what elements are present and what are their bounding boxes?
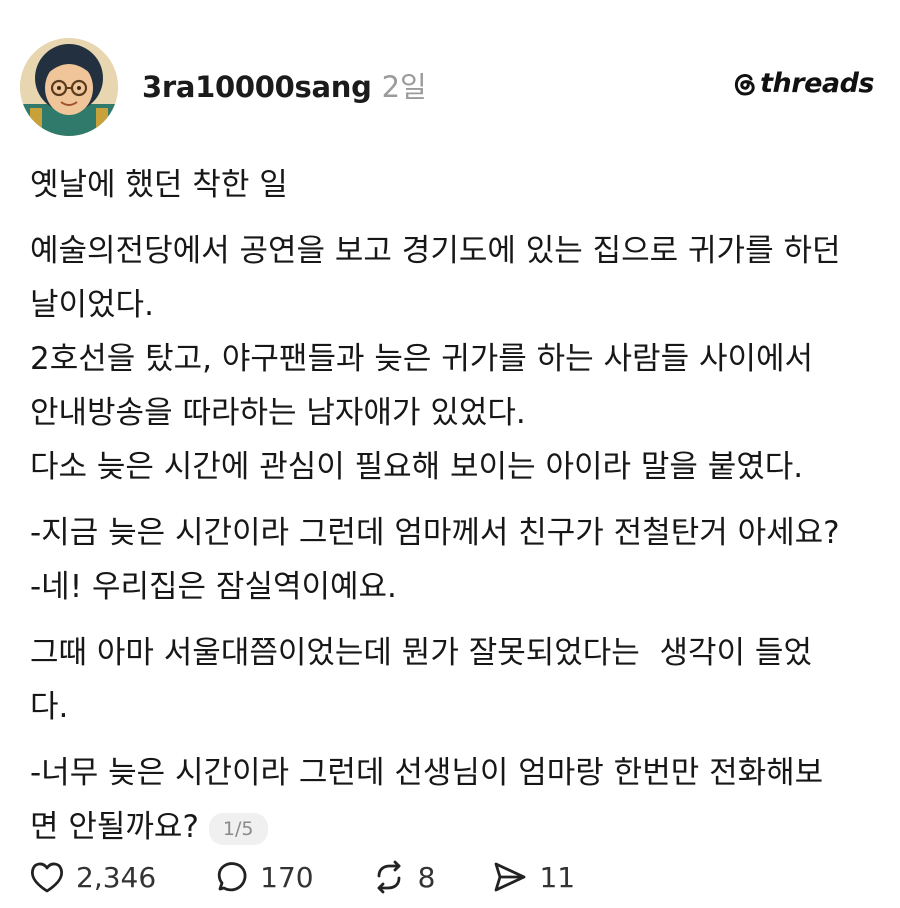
heart-icon	[30, 862, 64, 893]
post-text: 면 안될까요?	[30, 809, 199, 845]
page-indicator[interactable]: 1/5	[208, 812, 268, 845]
post-text-line: -너무 늦은 시간이라 그런데 선생님이 엄마랑 한번만 전화해보	[30, 746, 880, 800]
post-text-line: 2호선을 탔고, 야구팬들과 늦은 귀가를 하는 사람들 사이에서	[30, 332, 880, 386]
share-button[interactable]: 11	[491, 858, 575, 896]
repost-button[interactable]: 8	[370, 858, 436, 896]
post-text: 옛날에 했던 착한 일	[30, 167, 288, 203]
post-text: 다소 늦은 시간에 관심이 필요해 보이는 아이라 말을 붙였다.	[30, 449, 804, 485]
post-text: 다.	[30, 689, 69, 725]
post-text: 예술의전당에서 공연을 보고 경기도에 있는 집으로 귀가를 하던	[30, 233, 841, 269]
repost-count: 8	[417, 860, 436, 894]
post-text: -네! 우리집은 잠실역이예요.	[30, 569, 397, 605]
like-count: 2,346	[76, 860, 157, 894]
post-text-line: 안내방송을 따라하는 남자애가 있었다.	[30, 386, 880, 440]
post-text: 안내방송을 따라하는 남자애가 있었다.	[30, 395, 526, 431]
avatar[interactable]	[20, 38, 118, 136]
username[interactable]: 3ra10000sang	[142, 70, 372, 104]
post-body: 옛날에 했던 착한 일예술의전당에서 공연을 보고 경기도에 있는 집으로 귀가…	[30, 158, 880, 854]
share-count: 11	[539, 860, 576, 894]
post-text-line: 다.	[30, 680, 880, 734]
post-text-line: -지금 늦은 시간이라 그런데 엄마께서 친구가 전철탄거 아세요?	[30, 506, 880, 560]
post-text-line: 그때 아마 서울대쯤이었는데 뭔가 잘못되었다는 생각이 들었	[30, 626, 880, 680]
post-text: 2호선을 탔고, 야구팬들과 늦은 귀가를 하는 사람들 사이에서	[30, 341, 814, 377]
user-meta: 3ra10000sang 2일	[142, 64, 427, 106]
post-text-line: 옛날에 했던 착한 일	[30, 158, 880, 212]
like-button[interactable]: 2,346	[28, 858, 156, 896]
post-text: 날이었다.	[30, 287, 154, 323]
post-header: 3ra10000sang 2일 threads	[20, 38, 880, 136]
post-text: -지금 늦은 시간이라 그런데 엄마께서 친구가 전철탄거 아세요?	[30, 515, 840, 551]
post-text-line: 예술의전당에서 공연을 보고 경기도에 있는 집으로 귀가를 하던	[30, 224, 880, 278]
threads-wordmark: threads	[760, 68, 874, 99]
post-text: -너무 늦은 시간이라 그런데 선생님이 엄마랑 한번만 전화해보	[30, 755, 824, 791]
post-text: 그때 아마 서울대쯤이었는데 뭔가 잘못되었다는 생각이 들었	[30, 635, 812, 671]
threads-icon	[735, 73, 755, 96]
send-icon	[495, 862, 526, 892]
comment-button[interactable]: 170	[212, 858, 314, 896]
threads-logo: threads	[732, 68, 874, 99]
post-text-line: 면 안될까요? 1/5	[30, 800, 880, 854]
comment-count: 170	[260, 860, 314, 894]
post-text-line: 날이었다.	[30, 278, 880, 332]
repost-icon	[377, 860, 401, 894]
post-text-line: -네! 우리집은 잠실역이예요.	[30, 560, 880, 614]
post-text-line: 다소 늦은 시간에 관심이 필요해 보이는 아이라 말을 붙였다.	[30, 440, 880, 494]
action-bar: 2,346 170 8 11	[28, 858, 631, 896]
post-time: 2일	[381, 70, 427, 104]
comment-icon	[218, 862, 247, 892]
